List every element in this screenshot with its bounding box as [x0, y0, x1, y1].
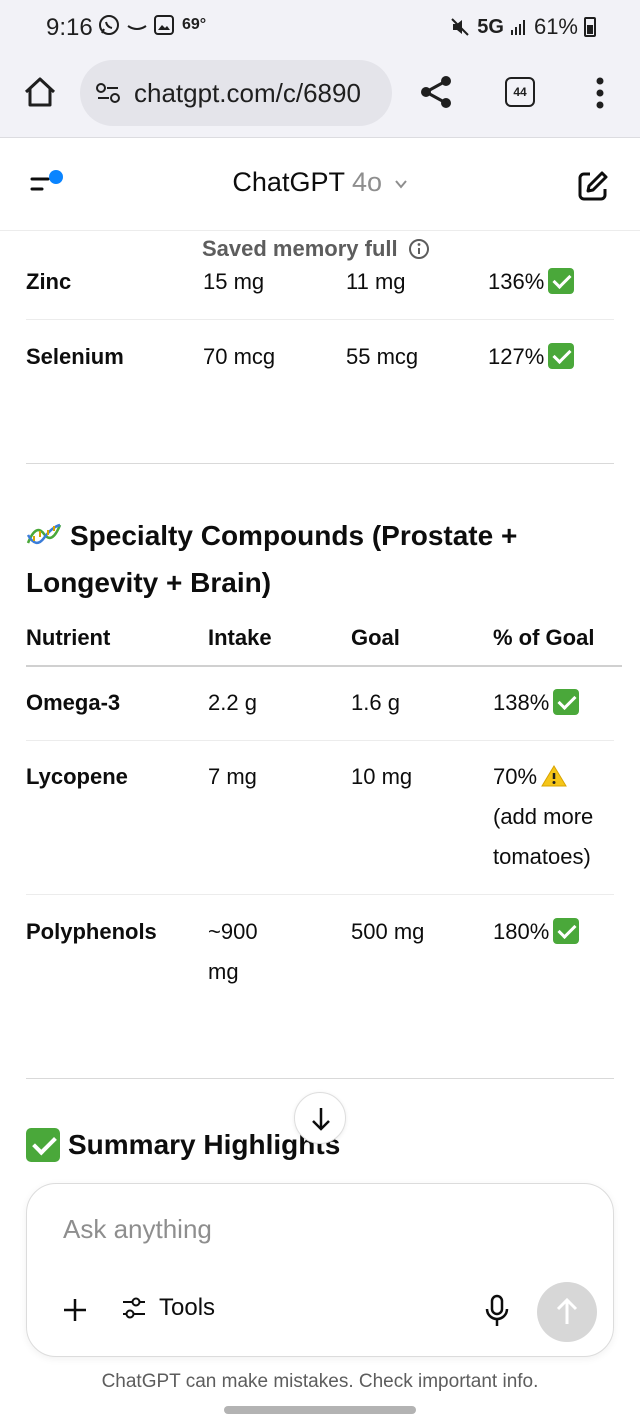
more-options-icon[interactable]	[588, 76, 612, 110]
memory-full-notice[interactable]: Saved memory full	[202, 236, 430, 262]
dna-icon	[26, 523, 62, 544]
signal-icon	[510, 20, 525, 35]
row-divider	[26, 319, 614, 320]
status-time: 9:16	[46, 14, 93, 41]
url-text: chatgpt.com/c/6890	[134, 77, 361, 108]
row-divider	[26, 740, 614, 741]
nutrient-percent-cell: 136%	[488, 262, 575, 302]
nutrient-percent: 136%	[488, 269, 545, 294]
nutrient-goal: 11 mg	[346, 269, 406, 294]
arrow-up-icon	[556, 1297, 578, 1324]
nutrient-percent-cell: 127%	[488, 337, 575, 377]
status-temperature: 69°	[182, 16, 207, 33]
plus-icon[interactable]	[61, 1296, 89, 1324]
check-mark-icon	[548, 343, 575, 369]
nutrient-goal: 500 mg	[351, 919, 425, 944]
column-header-goal: Goal	[351, 625, 400, 650]
nutrient-percent: 70%	[493, 764, 538, 789]
section-heading: Specialty Compounds (Prostate + Longevit…	[26, 512, 586, 606]
chat-header: ChatGPT 4o	[0, 139, 640, 231]
network-type: 5G	[477, 15, 504, 38]
tab-count-button[interactable]: 44	[505, 77, 535, 107]
nutrient-intake: 15 mg	[203, 269, 265, 294]
nutrient-goal: 1.6 g	[351, 690, 400, 715]
check-mark-icon	[553, 918, 580, 944]
nutrient-intake: 7 mg	[208, 764, 257, 789]
section-heading: Summary Highlights	[26, 1128, 340, 1162]
home-icon[interactable]	[22, 74, 58, 110]
nutrient-percent: 138%	[493, 690, 550, 715]
scroll-to-bottom-button[interactable]	[294, 1092, 346, 1144]
column-header-percent: % of Goal	[493, 625, 595, 650]
column-header-intake: Intake	[208, 625, 272, 650]
table-row: Lycopene 7 mg 10 mg 70% (add more tomato…	[26, 757, 614, 877]
table-header-row: Nutrient Intake Goal % of Goal	[26, 618, 614, 658]
mute-icon	[451, 18, 469, 36]
app-title: ChatGPT	[232, 167, 345, 197]
tools-button[interactable]: Tools	[121, 1294, 215, 1322]
prompt-input[interactable]	[63, 1214, 563, 1245]
nutrient-intake: 70 mcg	[203, 344, 276, 369]
table-header-divider	[26, 665, 622, 667]
nutrient-name: Selenium	[26, 344, 124, 369]
arrow-down-icon	[312, 1108, 330, 1131]
battery-icon	[584, 17, 596, 37]
row-divider	[26, 894, 614, 895]
address-bar[interactable]: chatgpt.com/c/6890	[80, 60, 392, 126]
disclaimer-text: ChatGPT can make mistakes. Check importa…	[101, 1371, 539, 1392]
nutrient-name: Omega-3	[26, 690, 121, 715]
section-divider	[26, 463, 614, 464]
tools-label: Tools	[159, 1294, 216, 1321]
model-selector[interactable]: ChatGPT 4o	[0, 167, 640, 198]
table-row: Omega-3 2.2 g 1.6 g 138%	[26, 683, 614, 723]
chevron-down-icon	[394, 180, 407, 189]
table-row: Polyphenols ~900 mg 500 mg 180%	[26, 912, 614, 992]
nutrient-percent-cell: 180%	[493, 912, 580, 952]
nutrient-percent-cell: 138%	[493, 683, 580, 723]
nutrient-intake: ~900 mg	[208, 919, 258, 984]
table-row: Selenium 70 mcg 55 mcg 127%	[26, 337, 614, 377]
status-notification-icons: 69°	[98, 14, 206, 36]
memory-note-text: Saved memory full	[202, 236, 398, 261]
table-row: Zinc 15 mg 11 mg 136%	[26, 262, 614, 302]
send-button[interactable]	[537, 1282, 597, 1342]
info-icon[interactable]	[408, 238, 430, 260]
message-composer: Tools	[26, 1183, 614, 1357]
whatsapp-icon	[99, 15, 119, 35]
battery-percent: 61%	[533, 14, 578, 39]
nutrient-percent-cell: 70% (add more tomatoes)	[493, 757, 613, 877]
nutrient-percent: 180%	[493, 919, 550, 944]
nutrient-name: Zinc	[26, 269, 72, 294]
browser-toolbar: chatgpt.com/c/6890 44	[0, 54, 640, 138]
nutrient-name: Polyphenols	[26, 919, 157, 944]
nutrient-percent: 127%	[488, 344, 545, 369]
nutrient-intake: 2.2 g	[208, 690, 257, 715]
microphone-icon[interactable]	[483, 1294, 511, 1328]
nutrient-note: (add more tomatoes)	[493, 804, 594, 869]
section-divider	[26, 1078, 614, 1079]
nutrient-goal: 55 mcg	[346, 344, 419, 369]
column-header-nutrient: Nutrient	[26, 625, 111, 650]
new-chat-icon[interactable]	[576, 169, 610, 203]
check-mark-icon	[26, 1128, 60, 1162]
status-bar: 9:16 69° 5G 61%	[0, 0, 640, 54]
site-settings-icon[interactable]	[94, 79, 122, 107]
check-mark-icon	[548, 268, 575, 294]
share-icon[interactable]	[418, 74, 454, 110]
missed-call-icon	[127, 25, 147, 30]
nutrient-goal: 10 mg	[351, 764, 413, 789]
section-heading-text: Specialty Compounds (Prostate + Longevit…	[26, 520, 518, 598]
check-mark-icon	[553, 689, 580, 715]
nutrient-name: Lycopene	[26, 764, 128, 789]
home-indicator[interactable]	[224, 1406, 416, 1414]
status-system-icons: 5G 61%	[449, 14, 596, 40]
sliders-icon	[123, 1297, 145, 1319]
warning-icon	[541, 765, 567, 787]
model-version: 4o	[352, 167, 383, 197]
gallery-icon	[154, 15, 174, 35]
